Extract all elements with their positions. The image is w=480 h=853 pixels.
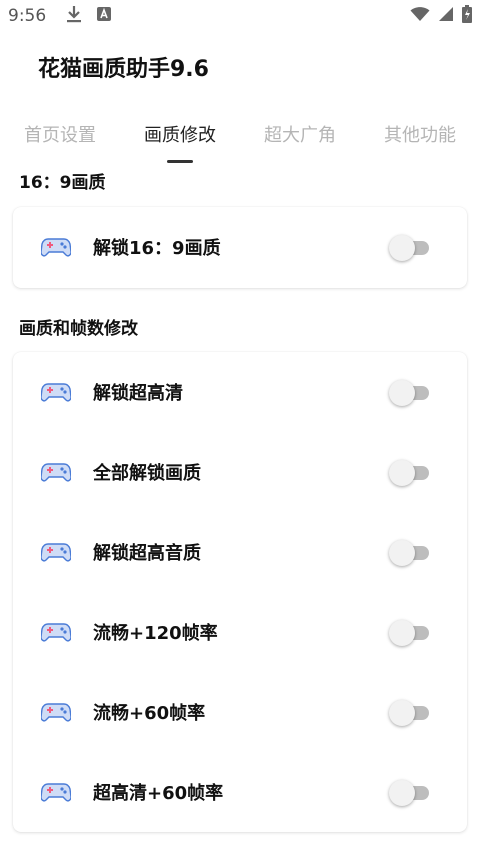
section-title-16-9: 16：9画质 xyxy=(19,172,106,193)
list-item[interactable]: 全部解锁画质 xyxy=(13,432,467,512)
list-item[interactable]: 解锁超高音质 xyxy=(13,512,467,592)
download-icon xyxy=(66,5,82,28)
gamepad-icon xyxy=(40,781,72,803)
card-16-9: 解锁16：9画质 xyxy=(13,207,467,288)
signal-icon xyxy=(438,6,454,27)
switch-thumb xyxy=(389,540,415,566)
tab-indicator xyxy=(167,160,193,163)
tab-wide-angle[interactable]: 超大广角 xyxy=(240,102,360,166)
status-time: 9:56 xyxy=(8,6,47,26)
gamepad-icon xyxy=(40,621,72,643)
tab-bar: 首页设置 画质修改 超大广角 其他功能 xyxy=(0,102,480,166)
item-label: 超高清+60帧率 xyxy=(93,783,224,804)
status-bar: 9:56 xyxy=(0,0,480,32)
toggle-switch[interactable] xyxy=(389,232,433,262)
list-item[interactable]: 流畅+120帧率 xyxy=(13,592,467,672)
list-item[interactable]: 解锁超高清 xyxy=(13,352,467,432)
toggle-switch[interactable] xyxy=(389,777,433,807)
battery-charging-icon xyxy=(462,4,472,28)
gamepad-icon xyxy=(40,236,72,258)
switch-thumb xyxy=(389,235,415,261)
switch-thumb xyxy=(389,380,415,406)
item-label: 全部解锁画质 xyxy=(93,463,201,484)
app-a-icon xyxy=(96,6,112,27)
item-label: 流畅+60帧率 xyxy=(93,703,206,724)
gamepad-icon xyxy=(40,461,72,483)
item-label: 解锁超高音质 xyxy=(93,543,201,564)
toggle-switch[interactable] xyxy=(389,457,433,487)
gamepad-icon xyxy=(40,701,72,723)
tab-other-functions[interactable]: 其他功能 xyxy=(360,102,480,166)
toggle-switch[interactable] xyxy=(389,537,433,567)
card-quality-fps: 解锁超高清 全部解锁画质 解锁超高音质 流畅+120帧率 流畅+60帧率 超高清 xyxy=(13,352,467,832)
wifi-icon xyxy=(410,6,430,27)
list-item[interactable]: 超高清+60帧率 xyxy=(13,752,467,832)
app-title: 花猫画质助手9.6 xyxy=(38,57,209,82)
item-label: 流畅+120帧率 xyxy=(93,623,218,644)
switch-thumb xyxy=(389,620,415,646)
switch-thumb xyxy=(389,780,415,806)
list-item[interactable]: 解锁16：9画质 xyxy=(13,207,467,287)
tab-quality-modify[interactable]: 画质修改 xyxy=(120,102,240,166)
toggle-switch[interactable] xyxy=(389,697,433,727)
toggle-switch[interactable] xyxy=(389,377,433,407)
item-label: 解锁超高清 xyxy=(93,383,183,404)
switch-thumb xyxy=(389,460,415,486)
list-item[interactable]: 流畅+60帧率 xyxy=(13,672,467,752)
gamepad-icon xyxy=(40,381,72,403)
toggle-switch[interactable] xyxy=(389,617,433,647)
section-title-quality-fps: 画质和帧数修改 xyxy=(19,318,138,339)
switch-thumb xyxy=(389,700,415,726)
gamepad-icon xyxy=(40,541,72,563)
tab-home-settings[interactable]: 首页设置 xyxy=(0,102,120,166)
item-label: 解锁16：9画质 xyxy=(93,238,221,259)
